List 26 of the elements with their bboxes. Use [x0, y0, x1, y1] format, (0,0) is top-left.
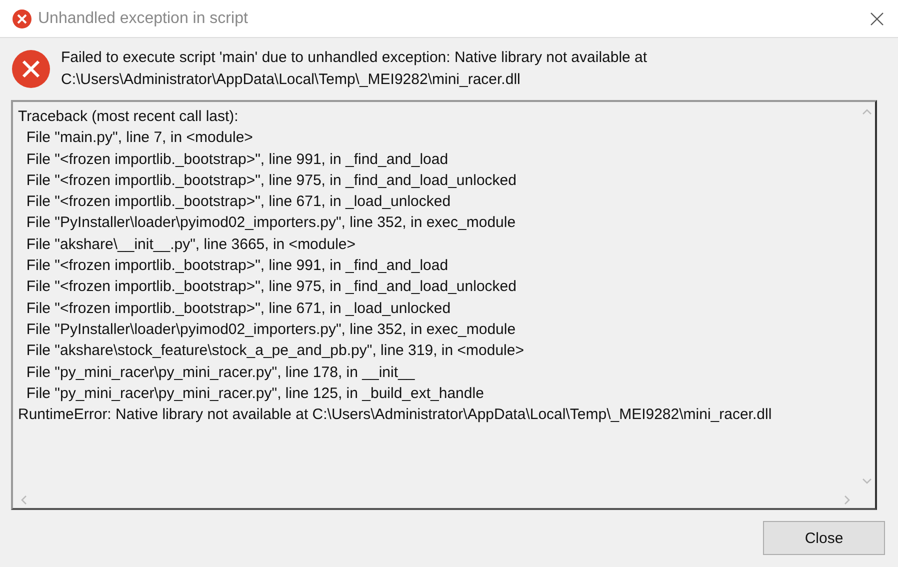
- close-icon[interactable]: [870, 12, 884, 26]
- error-icon: [11, 49, 51, 89]
- scroll-left-icon[interactable]: [21, 494, 27, 504]
- traceback-line: File "main.py", line 7, in <module>: [25, 128, 253, 148]
- traceback-line: File "<frozen importlib._bootstrap>", line 991, in _find_and_load: [25, 256, 448, 276]
- close-button[interactable]: Close: [763, 521, 885, 555]
- traceback-line: RuntimeError: Native library not available at C:\Users\Administrator\AppData\Local\Temp\_MEI9282\mini_racer.dll: [18, 405, 772, 426]
- scroll-down-icon[interactable]: [862, 478, 872, 484]
- traceback-line: File "<frozen importlib._bootstrap>", line 991, in _find_and_load: [25, 150, 448, 170]
- traceback-line: File "py_mini_racer\py_mini_racer.py", line 125, in _build_ext_handle: [25, 384, 484, 404]
- window-title: Unhandled exception in script: [38, 10, 249, 28]
- traceback-line: File "<frozen importlib._bootstrap>", line 975, in _find_and_load_unlocked: [25, 170, 516, 191]
- traceback-line: Traceback (most recent call last):: [18, 107, 238, 127]
- traceback-line: File "PyInstaller\loader\pyimod02_importers.py", line 352, in exec_module: [25, 320, 516, 340]
- scroll-right-icon[interactable]: [844, 494, 850, 504]
- traceback-line: File "<frozen importlib._bootstrap>", line 975, in _find_and_load_unlocked: [25, 277, 516, 298]
- error-message: Failed to execute script 'main' due to unhandled exception: Native library not available at: [61, 48, 648, 68]
- error-message: C:\Users\Administrator\AppData\Local\Temp\_MEI9282\mini_racer.dll: [61, 70, 522, 90]
- traceback-line: File "<frozen importlib._bootstrap>", line 671, in _load_unlocked: [25, 298, 451, 319]
- traceback-line: File "PyInstaller\loader\pyimod02_importers.py", line 352, in exec_module: [25, 213, 516, 234]
- scroll-up-icon[interactable]: [862, 109, 872, 115]
- traceback-line: File "py_mini_racer\py_mini_racer.py", line 178, in __init__: [25, 362, 415, 383]
- traceback-line: File "akshare\__init__.py", line 3665, in <module>: [25, 234, 356, 255]
- traceback-line: File "<frozen importlib._bootstrap>", line 671, in _load_unlocked: [25, 192, 451, 212]
- traceback-line: File "akshare\stock_feature\stock_a_pe_and_pb.py", line 319, in <module>: [25, 341, 524, 362]
- error-icon: [12, 8, 32, 28]
